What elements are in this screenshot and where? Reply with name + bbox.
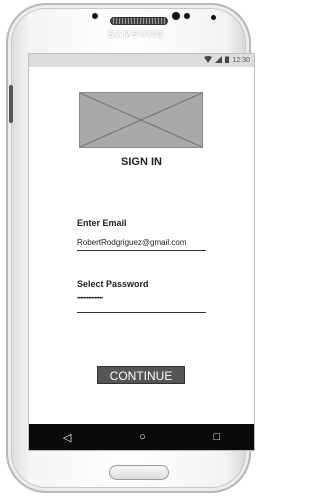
password-field[interactable]: •••••••••••••••• (77, 296, 207, 302)
recent-apps-icon[interactable]: □ (213, 431, 220, 443)
wifi-icon (204, 56, 213, 65)
status-time: 12:30 (232, 57, 250, 64)
status-bar: 12:30 (29, 54, 254, 67)
screen: 12:30 SIGN IN Enter Email RobertRodgrigu… (28, 53, 255, 451)
page-title: SIGN IN (121, 156, 162, 168)
password-label: Select Password (77, 279, 149, 289)
sensor-dot (211, 15, 216, 20)
signal-icon (215, 56, 223, 65)
password-underline (77, 312, 206, 313)
sensor-dot (92, 13, 98, 19)
email-underline (77, 250, 206, 251)
volume-button (9, 85, 13, 123)
image-placeholder (79, 92, 203, 148)
front-camera (172, 12, 180, 20)
phone-frame: SAMSUNG 12:30 SIGN IN Enter Email Robert… (6, 3, 255, 493)
sensor-dot (184, 13, 190, 19)
brand-logo: SAMSUNG (107, 29, 165, 39)
back-icon[interactable]: ◁ (63, 431, 71, 444)
continue-button[interactable]: CONTINUE (97, 366, 185, 384)
earpiece-speaker (110, 17, 168, 25)
email-field[interactable]: RobertRodgriguez@gmail.com (77, 238, 207, 247)
physical-home-button[interactable] (109, 465, 169, 480)
email-label: Enter Email (77, 218, 127, 228)
navigation-bar: ◁ ○ □ (29, 424, 254, 450)
home-icon[interactable]: ○ (139, 431, 146, 443)
battery-icon (225, 56, 230, 65)
